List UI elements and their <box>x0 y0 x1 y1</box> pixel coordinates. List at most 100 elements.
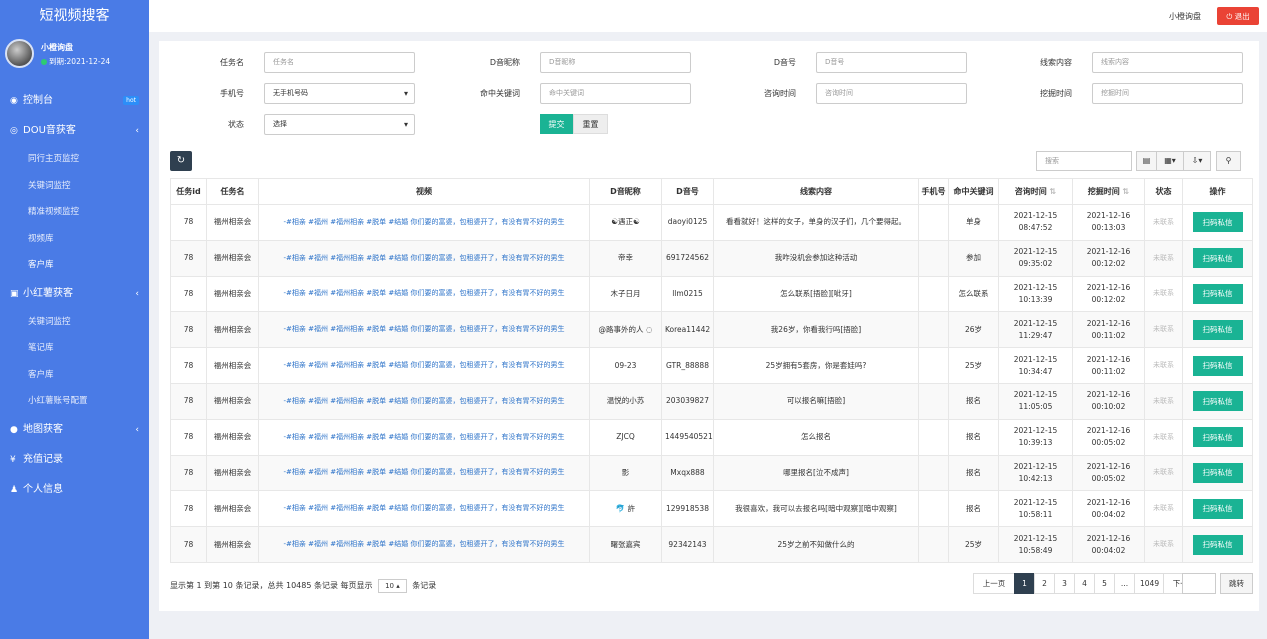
status-select-value: 选择 <box>273 120 287 128</box>
cell-phone <box>918 347 949 384</box>
cell-video[interactable]: -#相亲 #福州 #福州相亲 #脱单 #结婚 你们要的富婆，包租婆开了，有没有胃… <box>258 239 590 277</box>
col-header-task: 任务名 <box>206 178 259 205</box>
cell-video[interactable]: -#相亲 #福州 #福州相亲 #脱单 #结婚 你们要的富婆，包租婆开了，有没有胃… <box>258 418 590 456</box>
prev-page-button[interactable]: 上一页 <box>973 573 1015 594</box>
scan-message-button[interactable]: 扫码私信 <box>1192 534 1243 555</box>
search-icon[interactable]: ⚲ <box>1216 151 1241 171</box>
col-header-ctime[interactable]: 咨询时间 ⇅ <box>998 178 1073 205</box>
refresh-icon[interactable]: ↻ <box>170 151 192 171</box>
cell-video[interactable]: -#相亲 #福州 #福州相亲 #脱单 #结婚 你们要的富婆，包租婆开了，有没有胃… <box>258 204 590 241</box>
chevron-left-icon: ‹ <box>135 424 139 435</box>
cell-dnum: 92342143 <box>661 526 714 563</box>
sidebar-item-profile[interactable]: ♟ 个人信息 <box>0 475 149 505</box>
scan-message-button[interactable]: 扫码私信 <box>1192 462 1243 483</box>
cell-mtime: 2021-12-16 00:11:02 <box>1072 311 1145 349</box>
scan-message-button[interactable]: 扫码私信 <box>1192 391 1243 412</box>
sidebar-item-dashboard[interactable]: ◉ 控制台 hot <box>0 86 149 116</box>
sidebar-item-label: 个人信息 <box>23 483 63 495</box>
scan-message-button[interactable]: 扫码私信 <box>1192 498 1243 519</box>
scan-message-button[interactable]: 扫码私信 <box>1192 212 1243 233</box>
reset-button[interactable]: 重置 <box>573 114 608 134</box>
cell-video[interactable]: -#相亲 #福州 #福州相亲 #脱单 #结婚 你们要的富婆，包租婆开了，有没有胃… <box>258 275 590 313</box>
page-button[interactable]: 2 <box>1034 573 1055 594</box>
cell-nick: 09-23 <box>589 347 662 384</box>
sidebar-sub-xhs-notes[interactable]: 笔记库 <box>0 335 149 362</box>
sidebar-item-label: DOU音获客 <box>23 125 76 136</box>
scan-message-button[interactable]: 扫码私信 <box>1192 427 1243 448</box>
cell-phone <box>918 490 949 528</box>
submit-button[interactable]: 提交 <box>540 114 573 134</box>
cell-phone <box>918 275 949 313</box>
page-button[interactable]: 5 <box>1094 573 1115 594</box>
cell-task: 福州相亲会 <box>206 275 259 313</box>
col-header-mtime[interactable]: 挖掘时间 ⇅ <box>1072 178 1145 205</box>
sidebar-sub-video-monitor[interactable]: 精准视频监控 <box>0 199 149 226</box>
scan-message-button[interactable]: 扫码私信 <box>1192 319 1243 340</box>
cell-clue: 我咋没机会参加这种活动 <box>713 239 919 277</box>
table-row: 78 福州相亲会 -#相亲 #福州 #福州相亲 #脱单 #结婚 你们要的富婆，包租婆… <box>170 204 1253 241</box>
sidebar-item-dou[interactable]: ◎ DOU音获客 ‹ <box>0 116 149 146</box>
cell-mtime: 2021-12-16 00:12:02 <box>1072 239 1145 277</box>
sidebar-sub-peer-monitor[interactable]: 同行主页监控 <box>0 146 149 173</box>
cell-ctime: 2021-12-15 11:05:05 <box>998 382 1073 420</box>
cell-status: 未联系 <box>1144 275 1183 313</box>
phone-select[interactable]: 无手机号码 <box>264 83 415 104</box>
scan-message-button[interactable]: 扫码私信 <box>1192 355 1243 376</box>
mtime-input[interactable]: 挖掘时间 <box>1092 83 1243 104</box>
sidebar-sub-xhs-account[interactable]: 小红薯账号配置 <box>0 388 149 415</box>
logout-button[interactable]: ⏻ 退出 <box>1217 7 1259 25</box>
page-button[interactable]: 1 <box>1014 573 1035 594</box>
keyword-input[interactable]: 命中关键词 <box>540 83 691 104</box>
cell-clue: 怎么联系[捂脸][呲牙] <box>713 275 919 313</box>
cell-ctime: 2021-12-15 10:42:13 <box>998 454 1073 492</box>
jump-page-input[interactable] <box>1182 573 1216 594</box>
cell-task: 福州相亲会 <box>206 311 259 349</box>
scan-message-button[interactable]: 扫码私信 <box>1192 283 1243 304</box>
sidebar-item-recharge[interactable]: ¥ 充值记录 <box>0 445 149 475</box>
toggle-view-icon[interactable]: ▤ <box>1136 151 1157 171</box>
cell-phone <box>918 204 949 241</box>
sidebar-sub-xhs-keyword[interactable]: 关键词监控 <box>0 309 149 336</box>
cell-video[interactable]: -#相亲 #福州 #福州相亲 #脱单 #结婚 你们要的富婆，包租婆开了，有没有胃… <box>258 311 590 349</box>
table-search-input[interactable]: 搜索 <box>1036 151 1132 171</box>
cell-task-id: 78 <box>170 239 207 277</box>
filter-label-clue: 线索内容 <box>1040 58 1072 67</box>
phone-select-value: 无手机号码 <box>273 89 308 97</box>
sidebar-sub-keyword-monitor[interactable]: 关键词监控 <box>0 173 149 200</box>
export-icon[interactable]: ⇩▾ <box>1183 151 1211 171</box>
cell-phone <box>918 418 949 456</box>
clue-input[interactable]: 线索内容 <box>1092 52 1243 73</box>
dnum-input[interactable]: D音号 <box>816 52 967 73</box>
page-button[interactable]: 3 <box>1054 573 1075 594</box>
jump-button[interactable]: 跳转 <box>1220 573 1253 594</box>
page-button[interactable]: 1049 <box>1134 573 1164 594</box>
sidebar-sub-video-library[interactable]: 视频库 <box>0 226 149 253</box>
pagination-info-suffix: 条记录 <box>412 581 437 590</box>
cell-video[interactable]: -#相亲 #福州 #福州相亲 #脱单 #结婚 你们要的富婆，包租婆开了，有没有胃… <box>258 526 590 563</box>
sidebar-sub-xhs-customers[interactable]: 客户库 <box>0 362 149 389</box>
cell-task-id: 78 <box>170 275 207 313</box>
sidebar-item-map[interactable]: ● 地图获客 ‹ <box>0 415 149 445</box>
ctime-input[interactable]: 咨询时间 <box>816 83 967 104</box>
status-select[interactable]: 选择 <box>264 114 415 135</box>
cell-video[interactable]: -#相亲 #福州 #福州相亲 #脱单 #结婚 你们要的富婆，包租婆开了，有没有胃… <box>258 454 590 492</box>
task-input[interactable]: 任务名 <box>264 52 415 73</box>
table-row: 78 福州相亲会 -#相亲 #福州 #福州相亲 #脱单 #结婚 你们要的富婆，包租婆… <box>170 239 1253 277</box>
cell-op: 扫码私信 <box>1182 526 1253 563</box>
sidebar-sub-customer-library[interactable]: 客户库 <box>0 252 149 279</box>
scan-message-button[interactable]: 扫码私信 <box>1192 248 1243 269</box>
cell-video[interactable]: -#相亲 #福州 #福州相亲 #脱单 #结婚 你们要的富婆，包租婆开了，有没有胃… <box>258 347 590 384</box>
sidebar: 短视频搜客 小橙询盘 到期:2021-12-24 ◉ 控制台 hot ◎ DOU音获客… <box>0 0 149 639</box>
cell-dnum: 203039827 <box>661 382 714 420</box>
cell-mtime: 2021-12-16 00:10:02 <box>1072 382 1145 420</box>
page-size-select[interactable]: 10 ▴ <box>378 579 407 593</box>
cell-op: 扫码私信 <box>1182 275 1253 313</box>
cell-task: 福州相亲会 <box>206 490 259 528</box>
page-button[interactable]: 4 <box>1074 573 1095 594</box>
sidebar-item-xhs[interactable]: ▣ 小红薯获客 ‹ <box>0 279 149 309</box>
cell-video[interactable]: -#相亲 #福州 #福州相亲 #脱单 #结婚 你们要的富婆，包租婆开了，有没有胃… <box>258 382 590 420</box>
dnick-input[interactable]: D音昵称 <box>540 52 691 73</box>
columns-icon[interactable]: ▦▾ <box>1156 151 1184 171</box>
cell-video[interactable]: -#相亲 #福州 #福州相亲 #脱单 #结婚 你们要的富婆，包租婆开了，有没有胃… <box>258 490 590 528</box>
cell-dnum: 691724562 <box>661 239 714 277</box>
